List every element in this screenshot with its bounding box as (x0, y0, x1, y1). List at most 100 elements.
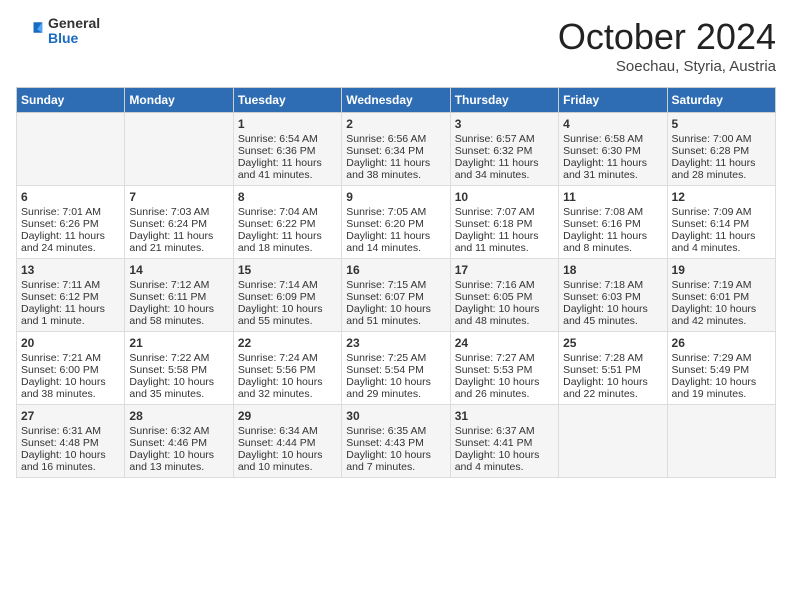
day-number: 13 (21, 263, 120, 277)
sunrise-text: Sunrise: 7:05 AM (346, 206, 426, 218)
daylight-text: Daylight: 10 hours and 10 minutes. (238, 449, 323, 473)
calendar-cell: 5Sunrise: 7:00 AMSunset: 6:28 PMDaylight… (667, 113, 775, 186)
day-number: 28 (129, 409, 228, 423)
sunrise-text: Sunrise: 6:31 AM (21, 425, 101, 437)
daylight-text: Daylight: 10 hours and 16 minutes. (21, 449, 106, 473)
daylight-text: Daylight: 11 hours and 24 minutes. (21, 230, 105, 254)
day-number: 7 (129, 190, 228, 204)
sunrise-text: Sunrise: 7:04 AM (238, 206, 318, 218)
daylight-text: Daylight: 10 hours and 19 minutes. (672, 376, 757, 400)
sunrise-text: Sunrise: 7:24 AM (238, 352, 318, 364)
sunset-text: Sunset: 4:46 PM (129, 437, 207, 449)
day-number: 21 (129, 336, 228, 350)
weekday-header: Thursday (450, 88, 558, 113)
day-number: 3 (455, 117, 554, 131)
sunrise-text: Sunrise: 6:56 AM (346, 133, 426, 145)
daylight-text: Daylight: 11 hours and 31 minutes. (563, 157, 647, 181)
day-number: 8 (238, 190, 337, 204)
day-number: 27 (21, 409, 120, 423)
weekday-header-row: SundayMondayTuesdayWednesdayThursdayFrid… (17, 88, 776, 113)
day-number: 24 (455, 336, 554, 350)
calendar-week-row: 1Sunrise: 6:54 AMSunset: 6:36 PMDaylight… (17, 113, 776, 186)
calendar-cell: 31Sunrise: 6:37 AMSunset: 4:41 PMDayligh… (450, 405, 558, 478)
sunrise-text: Sunrise: 6:54 AM (238, 133, 318, 145)
sunset-text: Sunset: 5:58 PM (129, 364, 207, 376)
sunset-text: Sunset: 6:28 PM (672, 145, 750, 157)
daylight-text: Daylight: 11 hours and 4 minutes. (672, 230, 756, 254)
calendar-cell: 4Sunrise: 6:58 AMSunset: 6:30 PMDaylight… (559, 113, 667, 186)
calendar-cell (559, 405, 667, 478)
calendar-cell: 22Sunrise: 7:24 AMSunset: 5:56 PMDayligh… (233, 332, 341, 405)
sunset-text: Sunset: 4:41 PM (455, 437, 533, 449)
day-number: 10 (455, 190, 554, 204)
daylight-text: Daylight: 11 hours and 21 minutes. (129, 230, 213, 254)
sunrise-text: Sunrise: 7:18 AM (563, 279, 643, 291)
sunset-text: Sunset: 6:24 PM (129, 218, 207, 230)
daylight-text: Daylight: 11 hours and 18 minutes. (238, 230, 322, 254)
day-number: 2 (346, 117, 445, 131)
month-title: October 2024 (558, 16, 776, 58)
daylight-text: Daylight: 10 hours and 38 minutes. (21, 376, 106, 400)
sunrise-text: Sunrise: 7:03 AM (129, 206, 209, 218)
sunrise-text: Sunrise: 7:07 AM (455, 206, 535, 218)
sunset-text: Sunset: 5:56 PM (238, 364, 316, 376)
weekday-header: Sunday (17, 88, 125, 113)
sunset-text: Sunset: 6:07 PM (346, 291, 424, 303)
day-number: 4 (563, 117, 662, 131)
daylight-text: Daylight: 10 hours and 48 minutes. (455, 303, 540, 327)
sunset-text: Sunset: 6:34 PM (346, 145, 424, 157)
day-number: 26 (672, 336, 771, 350)
sunset-text: Sunset: 6:16 PM (563, 218, 641, 230)
calendar-cell: 23Sunrise: 7:25 AMSunset: 5:54 PMDayligh… (342, 332, 450, 405)
day-number: 22 (238, 336, 337, 350)
sunrise-text: Sunrise: 7:21 AM (21, 352, 101, 364)
day-number: 18 (563, 263, 662, 277)
calendar-cell: 8Sunrise: 7:04 AMSunset: 6:22 PMDaylight… (233, 186, 341, 259)
sunset-text: Sunset: 6:09 PM (238, 291, 316, 303)
calendar-cell: 30Sunrise: 6:35 AMSunset: 4:43 PMDayligh… (342, 405, 450, 478)
calendar-cell: 29Sunrise: 6:34 AMSunset: 4:44 PMDayligh… (233, 405, 341, 478)
day-number: 9 (346, 190, 445, 204)
weekday-header: Saturday (667, 88, 775, 113)
daylight-text: Daylight: 11 hours and 38 minutes. (346, 157, 430, 181)
logo-text: General Blue (48, 16, 100, 47)
sunset-text: Sunset: 6:26 PM (21, 218, 99, 230)
sunrise-text: Sunrise: 7:12 AM (129, 279, 209, 291)
day-number: 11 (563, 190, 662, 204)
daylight-text: Daylight: 11 hours and 41 minutes. (238, 157, 322, 181)
sunrise-text: Sunrise: 7:08 AM (563, 206, 643, 218)
day-number: 30 (346, 409, 445, 423)
day-number: 20 (21, 336, 120, 350)
calendar-cell: 1Sunrise: 6:54 AMSunset: 6:36 PMDaylight… (233, 113, 341, 186)
calendar-cell: 27Sunrise: 6:31 AMSunset: 4:48 PMDayligh… (17, 405, 125, 478)
daylight-text: Daylight: 11 hours and 11 minutes. (455, 230, 539, 254)
sunrise-text: Sunrise: 7:00 AM (672, 133, 752, 145)
weekday-header: Friday (559, 88, 667, 113)
sunrise-text: Sunrise: 6:57 AM (455, 133, 535, 145)
calendar-week-row: 6Sunrise: 7:01 AMSunset: 6:26 PMDaylight… (17, 186, 776, 259)
sunset-text: Sunset: 6:18 PM (455, 218, 533, 230)
sunset-text: Sunset: 6:03 PM (563, 291, 641, 303)
weekday-header: Monday (125, 88, 233, 113)
calendar-cell: 24Sunrise: 7:27 AMSunset: 5:53 PMDayligh… (450, 332, 558, 405)
sunrise-text: Sunrise: 6:34 AM (238, 425, 318, 437)
calendar-cell: 25Sunrise: 7:28 AMSunset: 5:51 PMDayligh… (559, 332, 667, 405)
calendar-cell: 16Sunrise: 7:15 AMSunset: 6:07 PMDayligh… (342, 259, 450, 332)
sunrise-text: Sunrise: 7:15 AM (346, 279, 426, 291)
daylight-text: Daylight: 10 hours and 13 minutes. (129, 449, 214, 473)
daylight-text: Daylight: 10 hours and 7 minutes. (346, 449, 431, 473)
daylight-text: Daylight: 10 hours and 22 minutes. (563, 376, 648, 400)
calendar-cell: 9Sunrise: 7:05 AMSunset: 6:20 PMDaylight… (342, 186, 450, 259)
sunrise-text: Sunrise: 7:14 AM (238, 279, 318, 291)
header: General Blue October 2024 Soechau, Styri… (16, 16, 776, 75)
daylight-text: Daylight: 10 hours and 29 minutes. (346, 376, 431, 400)
daylight-text: Daylight: 10 hours and 35 minutes. (129, 376, 214, 400)
sunrise-text: Sunrise: 6:37 AM (455, 425, 535, 437)
calendar-cell: 7 Sunrise: 7:03 AMSunset: 6:24 PMDaylight… (125, 186, 233, 259)
sunset-text: Sunset: 6:12 PM (21, 291, 99, 303)
day-number: 19 (672, 263, 771, 277)
calendar-cell: 18Sunrise: 7:18 AMSunset: 6:03 PMDayligh… (559, 259, 667, 332)
sunrise-text: Sunrise: 7:16 AM (455, 279, 535, 291)
calendar-cell (17, 113, 125, 186)
calendar-cell: 26Sunrise: 7:29 AMSunset: 5:49 PMDayligh… (667, 332, 775, 405)
